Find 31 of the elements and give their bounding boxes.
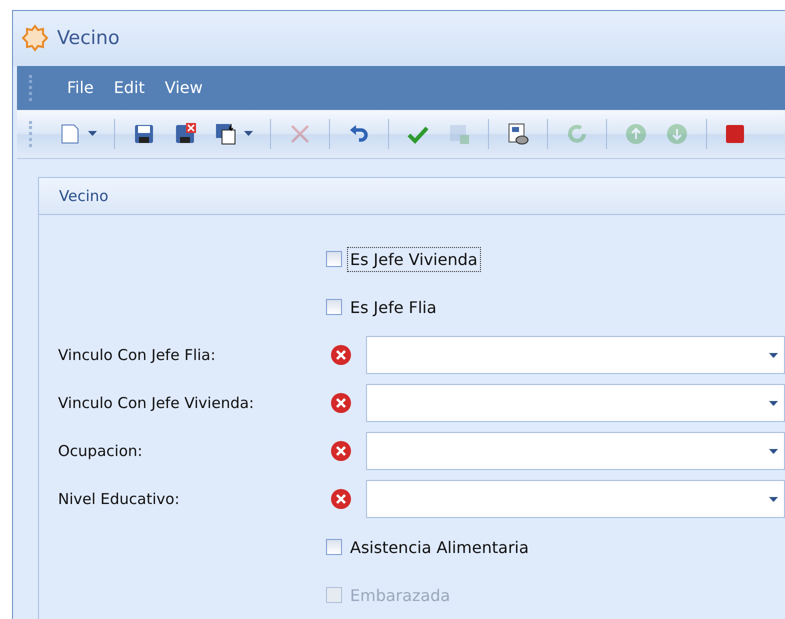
dropdown-field[interactable] xyxy=(366,384,785,422)
dropdown-field[interactable] xyxy=(366,432,785,470)
caret-icon xyxy=(769,496,778,502)
checkbox-label: Es Jefe Flia xyxy=(349,296,438,319)
refresh-icon xyxy=(565,122,589,146)
document-magnifier-icon xyxy=(506,122,530,146)
checkbox[interactable] xyxy=(326,251,342,268)
stacked-disks-icon xyxy=(214,122,238,146)
checkbox[interactable] xyxy=(326,299,342,316)
menu-item[interactable]: Edit xyxy=(106,74,153,102)
caret-icon xyxy=(769,400,778,406)
up-arrow-circle-icon xyxy=(624,122,648,146)
checkbox[interactable] xyxy=(326,539,342,556)
window-title: Vecino xyxy=(57,27,120,50)
menu-item[interactable]: File xyxy=(59,74,102,102)
field-label: Vinculo Con Jefe Vivienda: xyxy=(58,394,255,412)
checkbox-label: Es Jefe Vivienda xyxy=(348,248,480,271)
checkbox-label: Asistencia Alimentaria xyxy=(349,536,530,559)
floppy-disk-with-x-icon xyxy=(173,122,197,146)
caret-icon xyxy=(769,448,778,454)
field-label: Ocupacion: xyxy=(58,442,144,460)
field-label: Vinculo Con Jefe Flia: xyxy=(58,346,217,364)
down-arrow-circle-icon xyxy=(665,122,689,146)
dropdown-field[interactable] xyxy=(366,480,785,518)
field-label: Nivel Educativo: xyxy=(58,490,181,508)
group-title: Vecino xyxy=(59,187,108,206)
caret-icon xyxy=(769,352,778,358)
dropdown-field[interactable] xyxy=(366,336,785,374)
gear-icon xyxy=(21,24,49,52)
checkbox-label: Embarazada xyxy=(349,584,452,607)
menu-item[interactable]: View xyxy=(156,74,211,102)
